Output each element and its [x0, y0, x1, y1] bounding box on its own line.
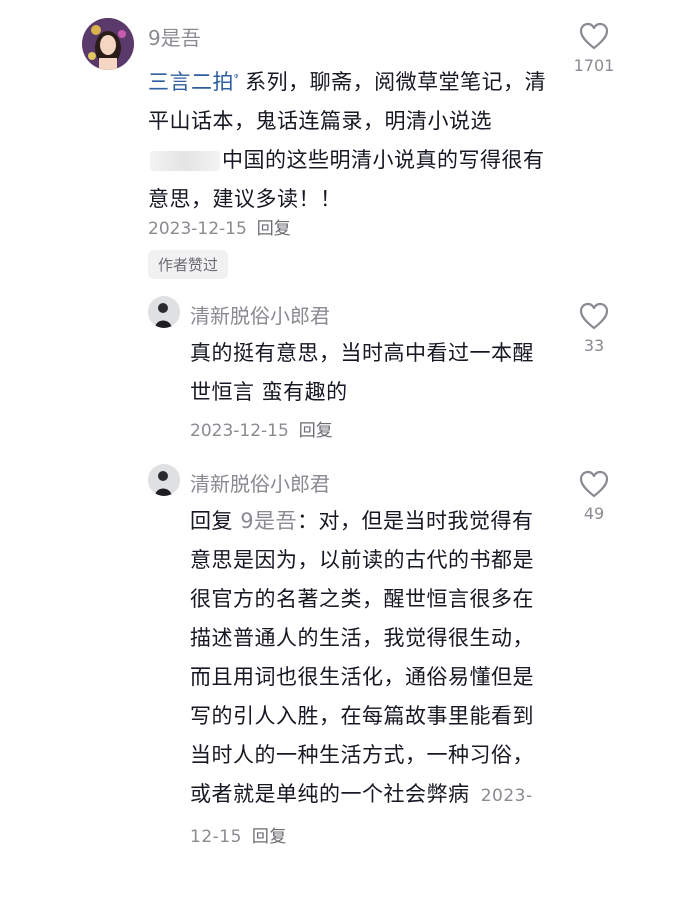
search-icon[interactable]: ᵠ	[234, 71, 239, 84]
comment-username[interactable]: 清新脱俗小郎君	[190, 300, 330, 329]
search-link[interactable]: 三言二拍	[148, 70, 234, 94]
comment-body: 回复 9是吾：对，但是当时我觉得有意思是因为，以前读的古代的书都是很官方的名著之…	[190, 502, 535, 857]
comment-body: 真的挺有意思，当时高中看过一本醒世恒言 蛮有趣的	[190, 341, 534, 404]
reply-comment-2: 清新脱俗小郎君 回复 9是吾：对，但是当时我觉得有意思是因为，以前读的古代的书都…	[0, 458, 690, 898]
like-count: 1701	[573, 56, 615, 75]
heart-icon	[579, 470, 609, 498]
comment-date: 2023-12-15	[190, 421, 289, 441]
comment-text: ：对，但是当时我觉得有意思是因为，以前读的古代的书都是很官方的名著之类，醒世恒言…	[190, 509, 534, 806]
like-count: 33	[583, 336, 605, 355]
reply-button[interactable]: 回复	[252, 827, 287, 847]
comment-body: 三言二拍ᵠ 系列，聊斋，阅微草堂笔记，清平山话本，鬼话连篇录，明清小说选中国的这些…	[148, 58, 548, 219]
like-button[interactable]: 1701	[564, 22, 624, 75]
avatar[interactable]	[148, 464, 180, 496]
avatar-image	[148, 296, 180, 328]
reply-to-user[interactable]: 9是吾	[240, 509, 297, 533]
heart-icon	[579, 302, 609, 330]
reply-button[interactable]: 回复	[299, 421, 333, 441]
comment-username[interactable]: 清新脱俗小郎君	[190, 468, 330, 497]
like-button[interactable]: 33	[564, 302, 624, 355]
comment-1: 9是吾 三言二拍ᵠ 系列，聊斋，阅微草堂笔记，清平山话本，鬼话连篇录，明清小说选中…	[0, 0, 690, 290]
comment-username[interactable]: 9是吾	[148, 22, 201, 51]
like-count: 49	[583, 504, 605, 523]
comment-meta: 2023-12-15 回复	[190, 416, 333, 441]
redacted-blur	[150, 151, 220, 171]
heart-icon	[579, 22, 609, 50]
comment-meta: 2023-12-15 回复	[148, 214, 291, 239]
reply-button[interactable]: 回复	[257, 219, 291, 239]
reply-comment-1: 清新脱俗小郎君 真的挺有意思，当时高中看过一本醒世恒言 蛮有趣的 2023-12…	[0, 290, 690, 450]
avatar[interactable]	[148, 296, 180, 328]
reply-prefix: 回复	[190, 509, 233, 533]
like-button[interactable]: 49	[564, 470, 624, 523]
author-liked-badge: 作者赞过	[148, 250, 229, 279]
avatar[interactable]	[82, 18, 134, 70]
comment-date: 2023-12-15	[148, 219, 247, 239]
avatar-image	[82, 18, 134, 70]
avatar-image	[148, 464, 180, 496]
